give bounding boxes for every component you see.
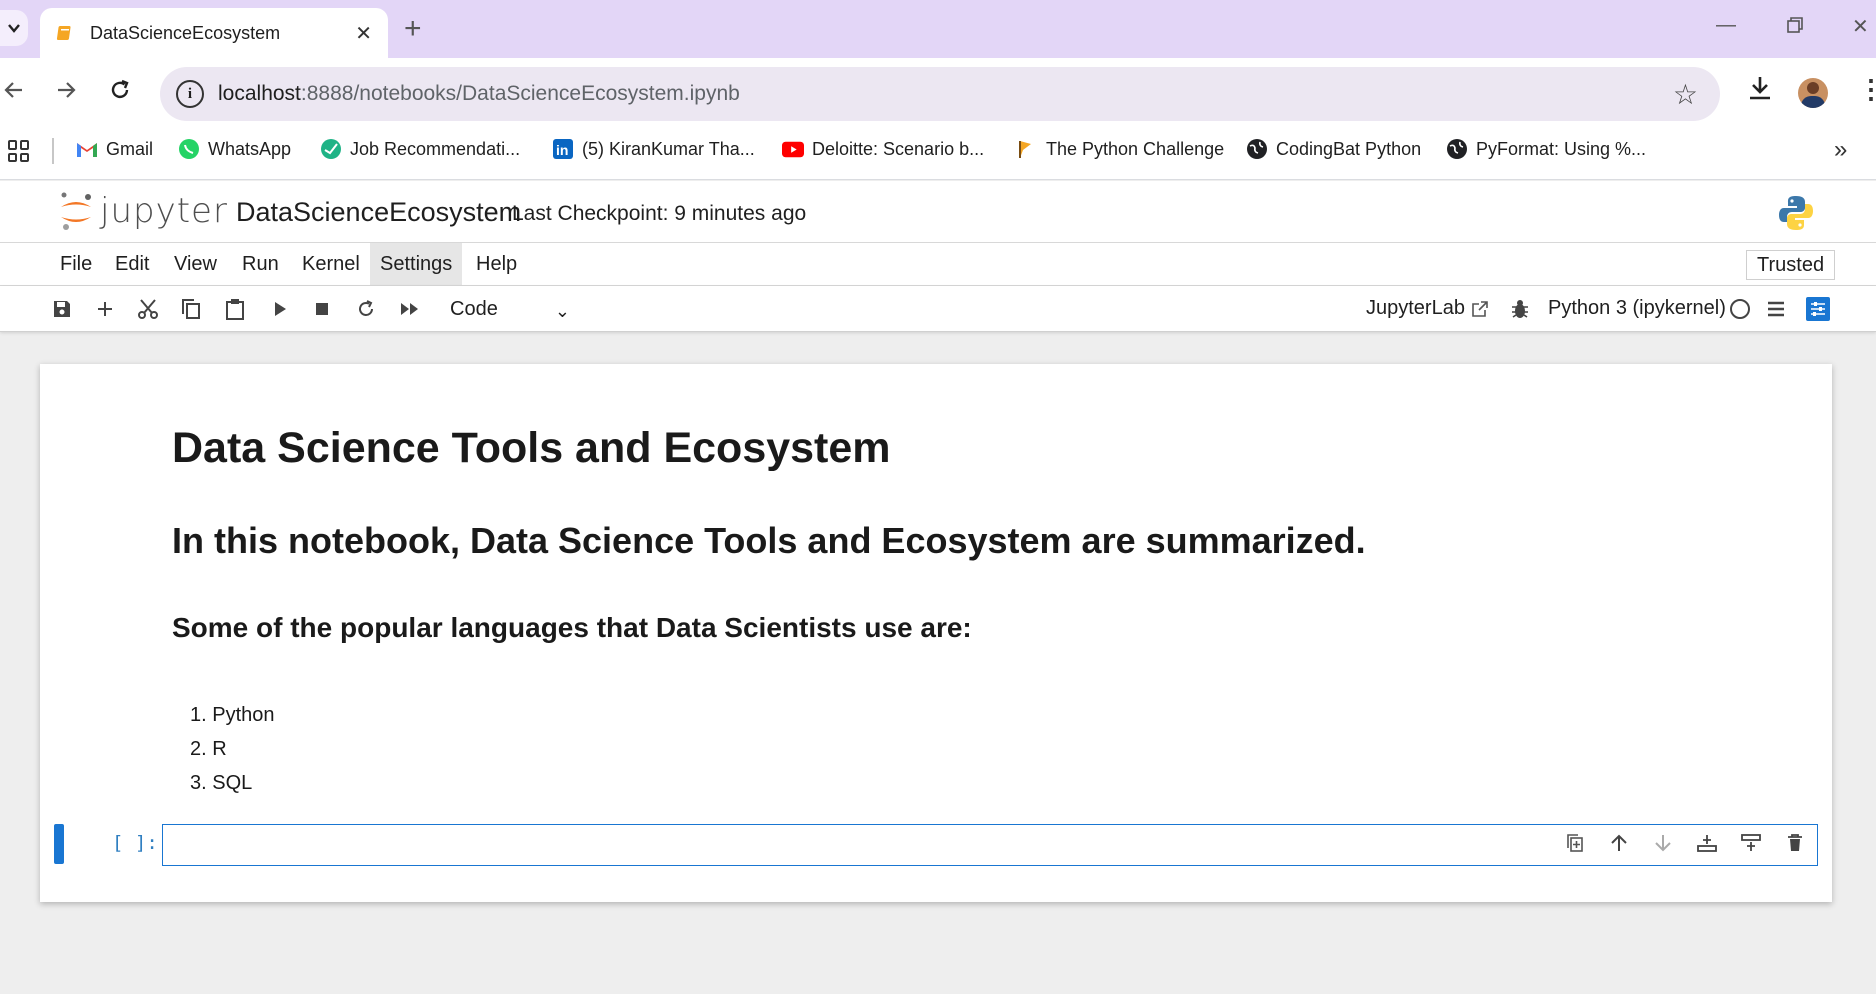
svg-text:in: in	[556, 142, 568, 158]
bookmark-linkedin[interactable]: in (5) KiranKumar Tha...	[552, 138, 755, 160]
menu-run[interactable]: Run	[232, 243, 289, 285]
browser-menu-icon[interactable]: ⋮	[1858, 76, 1876, 102]
copy-icon[interactable]	[179, 297, 203, 321]
globe-icon	[1446, 138, 1468, 160]
bookmark-gmail[interactable]: Gmail	[76, 138, 153, 160]
menu-settings[interactable]: Settings	[370, 243, 463, 285]
move-up-icon[interactable]	[1606, 831, 1632, 855]
download-icon[interactable]	[1746, 74, 1774, 107]
toc-list-icon[interactable]	[1764, 297, 1788, 321]
last-checkpoint: Last Checkpoint: 9 minutes ago	[512, 202, 807, 225]
debugger-icon[interactable]	[1508, 297, 1532, 321]
menu-edit[interactable]: Edit	[105, 243, 159, 285]
tab-search-button[interactable]	[0, 10, 28, 46]
close-tab-icon[interactable]: ✕	[355, 21, 372, 46]
jupyterlab-link[interactable]: JupyterLab	[1366, 297, 1489, 320]
stop-icon[interactable]	[310, 297, 334, 321]
tab-title: DataScienceEcosystem	[90, 22, 281, 43]
languages-list: 1. Python 2. R 3. SQL	[190, 698, 275, 800]
cell-type-value: Code	[450, 298, 498, 320]
apps-grid-icon[interactable]	[8, 140, 30, 162]
menu-file[interactable]: File	[50, 243, 102, 285]
jupyter-logo-text: jupyter	[100, 191, 228, 231]
duplicate-cell-icon[interactable]	[1562, 831, 1588, 855]
bookmarks-bar: Gmail WhatsApp Job Recommendati... in (5…	[0, 130, 1876, 180]
menu-help[interactable]: Help	[466, 243, 527, 285]
cell-input-prompt: [ ]:	[112, 832, 158, 854]
restore-icon[interactable]	[1786, 16, 1804, 40]
site-info-icon[interactable]: i	[176, 80, 204, 108]
url-text[interactable]: localhost:8888/notebooks/DataScienceEcos…	[218, 82, 740, 106]
back-icon[interactable]	[2, 78, 26, 109]
delete-cell-icon[interactable]	[1782, 831, 1808, 855]
jupyter-logo[interactable]: jupyter	[58, 189, 228, 233]
bookmark-deloitte[interactable]: Deloitte: Scenario b...	[782, 138, 984, 160]
job-icon	[320, 138, 342, 160]
youtube-icon	[782, 138, 804, 160]
restart-icon[interactable]	[354, 297, 378, 321]
browser-tab-active[interactable]: DataScienceEcosystem ✕	[40, 8, 388, 58]
chevron-down-icon	[8, 24, 20, 33]
bookmark-whatsapp[interactable]: WhatsApp	[178, 138, 291, 160]
forward-icon[interactable]	[54, 78, 78, 109]
run-icon[interactable]	[268, 297, 292, 321]
notebook-title[interactable]: DataScienceEcosystem	[236, 197, 521, 228]
bookmark-star-icon[interactable]: ☆	[1673, 78, 1698, 111]
cell-type-select[interactable]: Code ⌄	[440, 294, 576, 324]
jupyter-menubar: File Edit View Run Kernel Settings Help …	[0, 243, 1876, 286]
browser-toolbar: i localhost:8888/notebooks/DataScienceEc…	[0, 58, 1876, 130]
trusted-indicator[interactable]: Trusted	[1746, 250, 1836, 280]
bookmark-codingbat[interactable]: CodingBat Python	[1246, 138, 1421, 160]
code-cell-active[interactable]: [ ]:	[54, 822, 1818, 868]
browser-tabstrip: DataScienceEcosystem ✕ + — ✕	[0, 0, 1876, 58]
menu-kernel[interactable]: Kernel	[292, 243, 370, 285]
insert-below-icon[interactable]	[1738, 831, 1764, 855]
cell-selection-bar[interactable]	[54, 824, 64, 864]
minimize-icon[interactable]: —	[1716, 14, 1736, 37]
cell-toolbar	[1562, 831, 1808, 855]
more-bookmarks-icon[interactable]: »	[1834, 136, 1847, 164]
list-item: 1. Python	[190, 704, 275, 726]
list-item: 2. R	[190, 738, 227, 760]
globe-icon	[1246, 138, 1268, 160]
jupyter-logo-icon	[61, 192, 91, 230]
notebook-panel: Data Science Tools and Ecosystem In this…	[40, 364, 1832, 902]
address-bar[interactable]: i localhost:8888/notebooks/DataScienceEc…	[160, 67, 1720, 121]
bookmark-job[interactable]: Job Recommendati...	[320, 138, 520, 160]
add-cell-icon[interactable]	[93, 297, 117, 321]
property-inspector-icon[interactable]	[1806, 297, 1830, 321]
gmail-icon	[76, 138, 98, 160]
bookmark-pyformat[interactable]: PyFormat: Using %...	[1446, 138, 1646, 160]
profile-avatar[interactable]	[1798, 78, 1828, 108]
notebook-heading-h2: In this notebook, Data Science Tools and…	[172, 520, 1366, 561]
insert-above-icon[interactable]	[1694, 831, 1720, 855]
save-icon[interactable]	[50, 297, 74, 321]
external-link-icon	[1472, 300, 1488, 317]
notebook-favicon-icon	[56, 26, 71, 40]
python-challenge-icon	[1016, 138, 1038, 160]
notebook-heading-h1: Data Science Tools and Ecosystem	[172, 424, 891, 472]
cut-icon[interactable]	[136, 297, 160, 321]
notebook-heading-h3: Some of the popular languages that Data …	[172, 612, 972, 643]
whatsapp-icon	[178, 138, 200, 160]
jupyter-header: jupyter DataScienceEcosystem Last Checkp…	[0, 181, 1876, 243]
python-logo-icon	[1776, 193, 1816, 238]
linkedin-icon: in	[552, 138, 574, 160]
move-down-icon[interactable]	[1650, 831, 1676, 855]
notebook-toolbar: Code ⌄ JupyterLab Python 3 (ipykernel)	[0, 286, 1876, 332]
reload-icon[interactable]	[108, 78, 132, 109]
kernel-name[interactable]: Python 3 (ipykernel)	[1548, 297, 1726, 320]
new-tab-button[interactable]: +	[404, 12, 422, 46]
paste-icon[interactable]	[223, 297, 247, 321]
list-item: 3. SQL	[190, 772, 253, 794]
fast-forward-icon[interactable]	[398, 297, 422, 321]
bookmarks-divider	[52, 138, 54, 164]
jupyterlab-label: JupyterLab	[1366, 297, 1465, 319]
kernel-status-idle-icon	[1730, 299, 1750, 319]
chevron-down-icon: ⌄	[554, 301, 570, 321]
close-window-icon[interactable]: ✕	[1852, 14, 1869, 39]
bookmark-python-challenge[interactable]: The Python Challenge	[1016, 138, 1224, 160]
menu-view[interactable]: View	[164, 243, 227, 285]
